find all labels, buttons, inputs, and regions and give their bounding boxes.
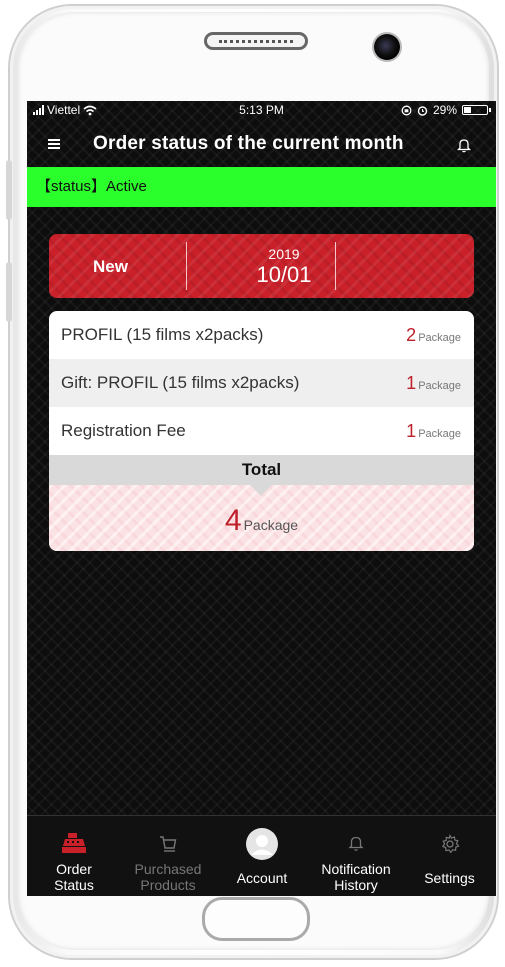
volume-button: [6, 160, 12, 220]
cart-icon: [160, 836, 177, 852]
item-quantity: 2 Package: [406, 324, 461, 345]
divider: [335, 242, 336, 290]
tab-order-status[interactable]: Order Status: [27, 816, 121, 896]
tab-label: Settings: [424, 870, 475, 886]
list-item: Registration Fee 1 Package: [49, 407, 474, 455]
cash-register-icon: [62, 833, 86, 853]
tab-purchased-products[interactable]: Purchased Products: [121, 816, 215, 896]
home-button[interactable]: [202, 897, 310, 941]
order-header-card: New 2019 10/01: [49, 234, 474, 298]
bottom-tab-bar: Order Status Purchased Products Account …: [27, 815, 496, 896]
item-quantity: 1 Package: [406, 372, 461, 393]
item-name: PROFIL (15 films x2packs): [61, 325, 264, 344]
bell-icon[interactable]: [457, 137, 471, 153]
total-quantity: 4 Package: [224, 504, 299, 537]
account-status-banner: 【status】Active: [27, 167, 496, 207]
order-year: 2019: [268, 246, 300, 262]
battery-percent: 29%: [432, 103, 457, 117]
app-header: Order status of the current month: [27, 123, 496, 167]
order-date: 10/01: [256, 262, 312, 287]
list-item: PROFIL (15 films x2packs) 2 Package: [49, 311, 474, 359]
account-status-text: 【status】Active: [36, 178, 147, 195]
tab-account[interactable]: Account: [215, 816, 309, 896]
order-status-label: New: [93, 257, 128, 276]
tab-label: Order: [56, 861, 92, 877]
tab-label: Status: [54, 877, 94, 893]
avatar-icon: [246, 828, 278, 860]
bell-icon: [348, 836, 364, 851]
tab-label: History: [334, 877, 378, 893]
gear-icon: [441, 834, 459, 854]
tab-label: Notification: [321, 861, 391, 877]
status-bar: Viettel 5:13 PM 29%: [27, 101, 496, 121]
item-quantity: 1 Package: [406, 420, 461, 441]
tab-settings[interactable]: Settings: [403, 816, 496, 896]
order-items-card: PROFIL (15 films x2packs) 2 Package Gift:…: [49, 311, 474, 551]
menu-icon[interactable]: [48, 139, 60, 149]
total-heading: Total: [49, 455, 474, 485]
volume-button-lower: [6, 262, 12, 322]
tab-notification-history[interactable]: Notification History: [309, 816, 403, 896]
page-title: Order status of the current month: [93, 133, 404, 154]
alarm-icon: [417, 105, 428, 116]
lock-rotation-icon: [401, 105, 412, 115]
tab-label: Account: [236, 870, 288, 886]
battery-icon: [462, 105, 491, 115]
front-camera: [374, 34, 400, 60]
tab-label: Purchased: [134, 861, 202, 877]
app-screen: Viettel 5:13 PM 29% Order status of the …: [27, 101, 496, 896]
earpiece-speaker: [204, 32, 308, 50]
item-name: Registration Fee: [61, 421, 186, 440]
tab-label: Products: [140, 877, 196, 893]
divider: [186, 242, 187, 290]
total-pointer: [250, 485, 272, 496]
item-name: Gift: PROFIL (15 films x2packs): [61, 373, 300, 392]
list-item: Gift: PROFIL (15 films x2packs) 1 Package: [49, 359, 474, 407]
